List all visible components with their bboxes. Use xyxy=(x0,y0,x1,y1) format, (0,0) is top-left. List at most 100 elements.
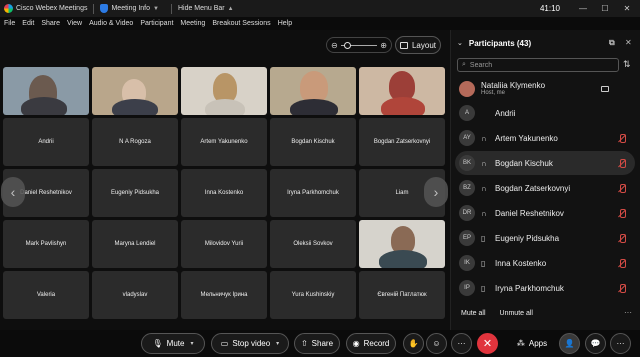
chevron-down-icon[interactable]: ▾ xyxy=(276,340,279,347)
mic-muted-icon[interactable] xyxy=(617,183,627,193)
menu-breakout-sessions[interactable]: Breakout Sessions xyxy=(212,20,270,27)
mic-muted-icon[interactable] xyxy=(617,133,627,143)
participant-tile[interactable]: Artem Yakunenko xyxy=(181,118,267,166)
avatar xyxy=(459,81,475,97)
zoom-track[interactable] xyxy=(340,41,378,49)
participant-tile[interactable]: vladyslav xyxy=(92,271,178,319)
search-input[interactable]: ⌕ Search xyxy=(457,58,619,72)
menu-share[interactable]: Share xyxy=(41,20,60,27)
share-button[interactable]: ⇧ Share xyxy=(294,333,340,354)
chat-icon[interactable]: 💬 xyxy=(585,333,606,354)
participant-row[interactable]: BZ ∩ Bogdan Zatserkovnyi xyxy=(455,176,635,200)
record-button[interactable]: ◉ Record xyxy=(346,333,396,354)
video-tile[interactable] xyxy=(359,220,445,268)
panel-header: ⌄ Participants (43) ⧉ ✕ xyxy=(451,30,640,56)
participant-tile[interactable]: Inna Kostenko xyxy=(181,169,267,217)
mute-all-button[interactable]: Mute all xyxy=(461,310,486,317)
participant-row-host[interactable]: Nataliia Klymenko Host, me xyxy=(455,77,635,101)
menu-file[interactable]: File xyxy=(4,20,15,27)
zoom-knob[interactable] xyxy=(343,41,351,49)
phone-icon: ▯ xyxy=(481,283,486,293)
video-tile[interactable] xyxy=(359,67,445,115)
menu-audio-video[interactable]: Audio & Video xyxy=(89,20,133,27)
participant-tile[interactable]: N A Rogoza xyxy=(92,118,178,166)
chevron-down-icon[interactable]: ▼ xyxy=(153,6,159,12)
more-panels-icon[interactable]: ··· xyxy=(610,333,631,354)
menu-edit[interactable]: Edit xyxy=(22,20,34,27)
hide-menu-bar-button[interactable]: Hide Menu Bar xyxy=(178,5,225,12)
mic-muted-icon[interactable] xyxy=(617,233,627,243)
participant-tile[interactable]: Bogdan Zatserkovnyi xyxy=(359,118,445,166)
participant-tile[interactable]: Andrii xyxy=(3,118,89,166)
apps-button[interactable]: ⁂ Apps xyxy=(510,333,554,354)
participants-icon[interactable]: 👤 xyxy=(559,333,580,354)
participant-row[interactable]: A Andrii xyxy=(455,101,635,125)
camera-icon[interactable] xyxy=(601,86,609,92)
tile-name: vladyslav xyxy=(122,292,148,298)
participant-row[interactable]: AY ∩ Artem Yakunenko xyxy=(455,126,635,150)
collapse-icon[interactable]: ⌄ xyxy=(457,39,463,47)
participant-row[interactable]: BK ∩ Bogdan Kischuk xyxy=(455,151,635,175)
video-tile[interactable] xyxy=(270,67,356,115)
maximize-icon[interactable]: ☐ xyxy=(600,4,610,13)
video-grid: ⊖ ⊕ Layout Andrii N A Rogoza Artem Yakun… xyxy=(0,30,450,330)
mic-muted-icon[interactable] xyxy=(617,208,627,218)
participant-tile[interactable]: Bogdan Kischuk xyxy=(270,118,356,166)
participant-tile[interactable]: Maryna Lendiel xyxy=(92,220,178,268)
end-call-icon[interactable]: ✕ xyxy=(477,333,498,354)
menu-help[interactable]: Help xyxy=(278,20,292,27)
menu-participant[interactable]: Participant xyxy=(140,20,173,27)
mic-muted-icon[interactable] xyxy=(617,158,627,168)
video-tile[interactable] xyxy=(181,67,267,115)
menu-view[interactable]: View xyxy=(67,20,82,27)
microphone-icon: 🎙 xyxy=(152,339,163,348)
participant-row[interactable]: IK ▯ Inna Kostenko xyxy=(455,251,635,275)
menu-bar: File Edit Share View Audio & Video Parti… xyxy=(0,17,292,30)
participant-tile[interactable]: Eugeniy Pidsukha xyxy=(92,169,178,217)
participant-tile[interactable]: Yura Kushinskiy xyxy=(270,271,356,319)
participant-tile[interactable]: Oleksii Sovkov xyxy=(270,220,356,268)
participant-tile[interactable]: Мельничук Ірина xyxy=(181,271,267,319)
reactions-icon[interactable]: ☺ xyxy=(426,333,447,354)
mic-muted-icon[interactable] xyxy=(617,258,627,268)
panel-title: Participants (43) xyxy=(468,38,532,48)
participant-row[interactable]: DR ∩ Daniel Reshetnikov xyxy=(455,201,635,225)
more-options-icon[interactable]: ··· xyxy=(624,308,632,317)
participant-tile[interactable]: Milovidov Yurii xyxy=(181,220,267,268)
popout-icon[interactable]: ⧉ xyxy=(609,38,615,48)
sort-icon[interactable]: ⇅ xyxy=(623,59,631,70)
tile-name: Мельничук Ірина xyxy=(200,292,248,298)
layout-button[interactable]: Layout xyxy=(395,36,441,54)
participant-row[interactable]: EP ▯ Eugeniy Pidsukha xyxy=(455,226,635,250)
unmute-all-button[interactable]: Unmute all xyxy=(500,310,533,317)
mic-muted-icon[interactable] xyxy=(617,283,627,293)
zoom-in-icon[interactable]: ⊕ xyxy=(380,41,387,50)
close-icon[interactable]: ✕ xyxy=(625,38,632,47)
mute-button[interactable]: 🎙 Mute ▾ xyxy=(141,333,205,354)
chevron-down-icon[interactable]: ▲ xyxy=(228,6,234,12)
zoom-slider[interactable]: ⊖ ⊕ xyxy=(326,37,392,53)
video-tile[interactable] xyxy=(92,67,178,115)
raise-hand-icon[interactable]: ✋ xyxy=(403,333,424,354)
shield-icon[interactable] xyxy=(100,4,109,13)
microphone-icon[interactable] xyxy=(617,84,627,94)
participant-tile[interactable]: Iryna Parkhomchuk xyxy=(270,169,356,217)
meeting-info-button[interactable]: Meeting Info xyxy=(111,5,150,12)
more-options-icon[interactable]: ··· xyxy=(451,333,472,354)
participant-tile[interactable]: Євгеній Патлатюк xyxy=(359,271,445,319)
video-tile[interactable] xyxy=(3,67,89,115)
minimize-icon[interactable]: — xyxy=(578,4,588,13)
record-icon: ◉ xyxy=(352,339,360,348)
participant-tile[interactable]: Mark Pavlishyn xyxy=(3,220,89,268)
menu-meeting[interactable]: Meeting xyxy=(180,20,205,27)
zoom-out-icon[interactable]: ⊖ xyxy=(331,41,338,50)
participant-row[interactable]: IP ▯ Iryna Parkhomchuk xyxy=(455,276,635,300)
chevron-down-icon[interactable]: ▾ xyxy=(190,340,193,347)
chevron-right-icon[interactable]: › xyxy=(424,177,448,207)
close-icon[interactable]: ✕ xyxy=(622,4,632,13)
tile-name: Eugeniy Pidsukha xyxy=(110,190,160,196)
tile-name: N A Rogoza xyxy=(119,139,151,145)
chevron-left-icon[interactable]: ‹ xyxy=(1,177,25,207)
participant-tile[interactable]: Valeria xyxy=(3,271,89,319)
stop-video-button[interactable]: ▭ Stop video ▾ xyxy=(211,333,289,354)
